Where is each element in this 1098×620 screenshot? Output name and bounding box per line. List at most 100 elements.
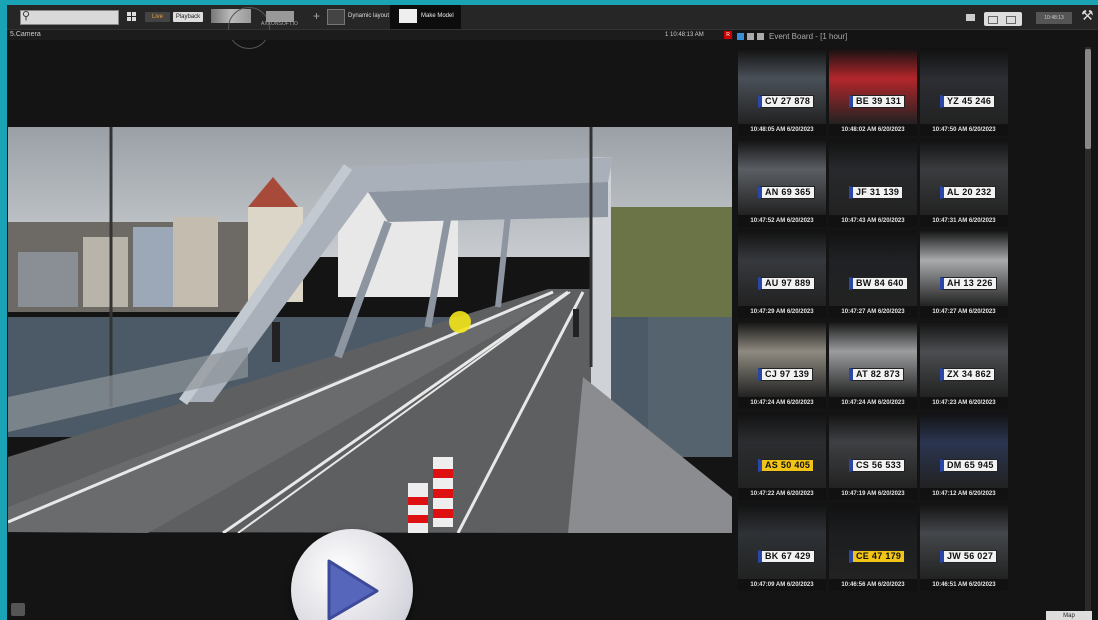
- event-tile[interactable]: JF 31 139 10:47:43 AM 6/20/2023: [829, 139, 917, 227]
- vehicle-snapshot: [738, 503, 826, 579]
- license-plate: CE 47 179: [849, 550, 906, 563]
- add-layout-button[interactable]: +: [313, 9, 320, 23]
- event-timestamp: 10:47:31 AM 6/20/2023: [920, 215, 1008, 227]
- bridge-scene-image: [8, 127, 732, 533]
- clock-display: 10:48:13: [1036, 12, 1072, 24]
- event-tile[interactable]: AN 69 365 10:47:52 AM 6/20/2023: [738, 139, 826, 227]
- dynamic-layout-tab[interactable]: Dynamic layout: [348, 13, 389, 19]
- vehicle-snapshot: [829, 412, 917, 488]
- layouts-icon[interactable]: [966, 14, 975, 21]
- event-tile[interactable]: CS 56 533 10:47:19 AM 6/20/2023: [829, 412, 917, 500]
- event-timestamp: 10:46:51 AM 6/20/2023: [920, 579, 1008, 591]
- event-tile[interactable]: CJ 97 139 10:47:24 AM 6/20/2023: [738, 321, 826, 409]
- event-timestamp: 10:48:05 AM 6/20/2023: [738, 124, 826, 136]
- app-window: ⚲ Live Playback AXXONSOFT.IO + Dynamic l…: [7, 5, 1098, 620]
- event-tile[interactable]: AH 13 226 10:47:27 AM 6/20/2023: [920, 230, 1008, 318]
- event-tile[interactable]: DM 65 945 10:47:12 AM 6/20/2023: [920, 412, 1008, 500]
- dynamic-layout-icon[interactable]: [327, 9, 345, 25]
- make-model-tab[interactable]: Make Model: [390, 5, 461, 29]
- event-tile[interactable]: CE 47 179 10:46:56 AM 6/20/2023: [829, 503, 917, 591]
- vehicle-snapshot: [738, 230, 826, 306]
- event-tile[interactable]: BW 84 640 10:47:27 AM 6/20/2023: [829, 230, 917, 318]
- event-tile[interactable]: JW 56 027 10:46:51 AM 6/20/2023: [920, 503, 1008, 591]
- license-plate: AH 13 226: [940, 277, 997, 290]
- scrollbar-thumb[interactable]: [1085, 49, 1091, 149]
- license-plate: YZ 45 246: [940, 95, 996, 108]
- license-plate: AS 50 405: [758, 459, 815, 472]
- menu-icon[interactable]: [757, 33, 764, 40]
- split-view-icon[interactable]: [988, 16, 998, 24]
- event-timestamp: 10:47:29 AM 6/20/2023: [738, 306, 826, 318]
- list-view-icon[interactable]: [747, 33, 754, 40]
- event-timestamp: 10:47:12 AM 6/20/2023: [920, 488, 1008, 500]
- event-timestamp: 10:47:23 AM 6/20/2023: [920, 397, 1008, 409]
- event-timestamp: 10:47:27 AM 6/20/2023: [829, 306, 917, 318]
- vehicle-snapshot: [829, 230, 917, 306]
- camera-timestamp: 1 10:48:13 AM: [665, 32, 704, 38]
- make-model-icon: [399, 9, 417, 23]
- live-button[interactable]: Live: [145, 12, 170, 22]
- event-tile[interactable]: BE 39 131 10:48:02 AM 6/20/2023: [829, 48, 917, 136]
- vehicle-snapshot: [920, 321, 1008, 397]
- event-tile[interactable]: AS 50 405 10:47:22 AM 6/20/2023: [738, 412, 826, 500]
- vehicle-snapshot: [738, 412, 826, 488]
- vehicle-snapshot: [829, 503, 917, 579]
- make-model-label: Make Model: [421, 13, 454, 19]
- license-plate: AT 82 873: [849, 368, 905, 381]
- camera-settings-icon[interactable]: [11, 603, 25, 616]
- event-timestamp: 10:47:09 AM 6/20/2023: [738, 579, 826, 591]
- camera-header: 5.Camera 1 10:48:13 AM R: [7, 30, 733, 40]
- vehicle-snapshot: [829, 139, 917, 215]
- license-plate: CS 56 533: [849, 459, 906, 472]
- event-timestamp: 10:48:02 AM 6/20/2023: [829, 124, 917, 136]
- event-timestamp: 10:47:19 AM 6/20/2023: [829, 488, 917, 500]
- settings-wrench-icon[interactable]: ⚒: [1081, 7, 1094, 24]
- vehicle-snapshot: [738, 321, 826, 397]
- license-plate: ZX 34 862: [940, 368, 996, 381]
- license-plate: BW 84 640: [849, 277, 908, 290]
- single-view-icon[interactable]: [1006, 16, 1016, 24]
- event-timestamp: 10:47:50 AM 6/20/2023: [920, 124, 1008, 136]
- layout-grid-icon[interactable]: [127, 12, 136, 21]
- event-timestamp: 10:47:27 AM 6/20/2023: [920, 306, 1008, 318]
- vehicle-snapshot: [829, 48, 917, 124]
- event-tile[interactable]: BK 67 429 10:47:09 AM 6/20/2023: [738, 503, 826, 591]
- vehicle-snapshot: [920, 230, 1008, 306]
- event-timestamp: 10:47:43 AM 6/20/2023: [829, 215, 917, 227]
- license-plate: CV 27 878: [758, 95, 815, 108]
- license-plate: BK 67 429: [758, 550, 815, 563]
- event-board-scrollbar[interactable]: [1085, 47, 1091, 617]
- vehicle-snapshot: [738, 139, 826, 215]
- search-input[interactable]: ⚲: [20, 10, 119, 25]
- map-button[interactable]: Map: [1046, 611, 1092, 620]
- playback-button[interactable]: Playback: [173, 12, 203, 22]
- search-icon: ⚲: [22, 10, 31, 22]
- license-plate: DM 65 945: [940, 459, 998, 472]
- license-plate: AL 20 232: [940, 186, 996, 199]
- event-board-title: Event Board - [1 hour]: [769, 32, 848, 41]
- license-plate: CJ 97 139: [758, 368, 814, 381]
- play-button[interactable]: [291, 529, 413, 620]
- event-tile[interactable]: ZX 34 862 10:47:23 AM 6/20/2023: [920, 321, 1008, 409]
- license-plate: AU 97 889: [758, 277, 815, 290]
- vehicle-snapshot: [829, 321, 917, 397]
- vehicle-snapshot: [920, 139, 1008, 215]
- view-mode-toggle[interactable]: [984, 12, 1022, 26]
- tile-view-icon[interactable]: [737, 33, 744, 40]
- event-tile[interactable]: AT 82 873 10:47:24 AM 6/20/2023: [829, 321, 917, 409]
- event-timestamp: 10:47:52 AM 6/20/2023: [738, 215, 826, 227]
- event-tile[interactable]: AU 97 889 10:47:29 AM 6/20/2023: [738, 230, 826, 318]
- axxon-label: AXXONSOFT.IO: [261, 21, 298, 27]
- event-tile[interactable]: AL 20 232 10:47:31 AM 6/20/2023: [920, 139, 1008, 227]
- vehicle-snapshot: [738, 48, 826, 124]
- license-plate: BE 39 131: [849, 95, 906, 108]
- recording-badge: R: [724, 31, 732, 39]
- camera-video-frame[interactable]: [8, 127, 732, 533]
- event-board-header: Event Board - [1 hour]: [733, 30, 1098, 45]
- event-tile[interactable]: YZ 45 246 10:47:50 AM 6/20/2023: [920, 48, 1008, 136]
- license-plate: JW 56 027: [940, 550, 998, 563]
- event-timestamp: 10:46:56 AM 6/20/2023: [829, 579, 917, 591]
- event-timestamp: 10:47:22 AM 6/20/2023: [738, 488, 826, 500]
- event-tile[interactable]: CV 27 878 10:48:05 AM 6/20/2023: [738, 48, 826, 136]
- license-plate: JF 31 139: [849, 186, 904, 199]
